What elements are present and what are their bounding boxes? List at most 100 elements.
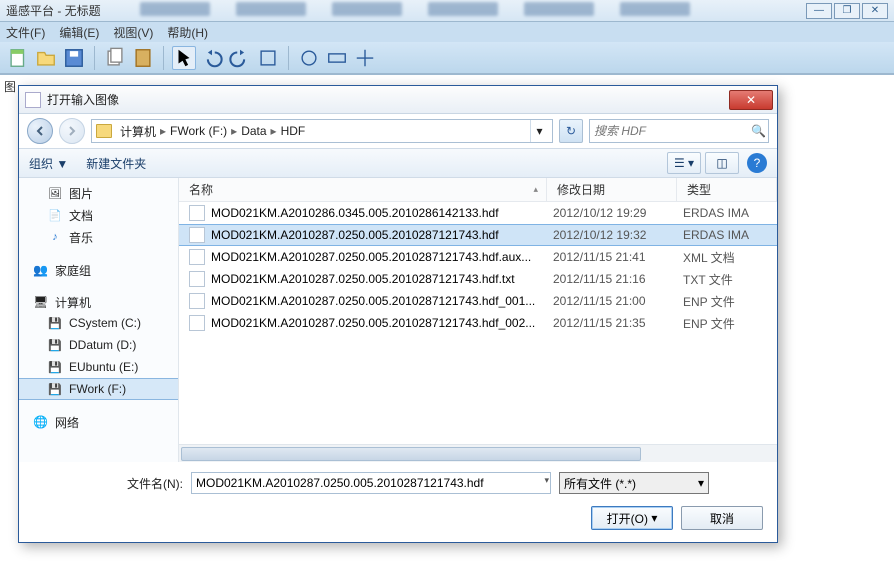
tb-tool1-icon[interactable] (256, 46, 280, 70)
computer-icon: 🖥 (33, 295, 49, 309)
tb-copy-icon[interactable] (103, 46, 127, 70)
file-icon (189, 293, 205, 309)
drive-icon: 💾 (47, 360, 63, 374)
dialog-bottom: 文件名(N): ▾ 所有文件 (*.*)▾ 打开(O) ▾ 取消 (19, 462, 777, 542)
file-icon (189, 205, 205, 221)
tb-tool4-icon[interactable] (353, 46, 377, 70)
sidebar-drive[interactable]: 💾DDatum (D:) (19, 334, 178, 356)
dialog-titlebar: 打开输入图像 ✕ (19, 86, 777, 114)
sidebar-network[interactable]: 🌐网络 (19, 412, 178, 432)
menu-help[interactable]: 帮助(H) (167, 24, 208, 41)
sidebar-drive[interactable]: 💾CSystem (C:) (19, 312, 178, 334)
new-folder-button[interactable]: 新建文件夹 (86, 155, 146, 172)
minimize-button[interactable]: — (806, 3, 832, 19)
close-button[interactable]: ✕ (862, 3, 888, 19)
nav-back-button[interactable] (27, 118, 53, 144)
file-row[interactable]: MOD021KM.A2010287.0250.005.2010287121743… (179, 268, 777, 290)
folder-icon (96, 124, 112, 138)
menu-edit[interactable]: 编辑(E) (59, 24, 99, 41)
address-bar[interactable]: 计算机 ▸ FWork (F:) ▸ Data ▸ HDF ▾ (91, 119, 553, 143)
file-open-dialog: 打开输入图像 ✕ 计算机 ▸ FWork (F:) ▸ Data ▸ HDF ▾… (18, 85, 778, 543)
tb-tool2-icon[interactable] (297, 46, 321, 70)
file-area: 名称▴ 修改日期 类型 MOD021KM.A2010286.0345.005.2… (179, 178, 777, 462)
open-button[interactable]: 打开(O) ▾ (591, 506, 673, 530)
dialog-title: 打开输入图像 (47, 91, 119, 108)
filetype-select[interactable]: 所有文件 (*.*)▾ (559, 472, 709, 494)
file-header: 名称▴ 修改日期 类型 (179, 178, 777, 202)
main-title: 遥感平台 - 无标题 (6, 2, 101, 19)
tb-open-icon[interactable] (34, 46, 58, 70)
sidebar-homegroup[interactable]: 👥家庭组 (19, 260, 178, 280)
file-icon (189, 315, 205, 331)
tb-paste-icon[interactable] (131, 46, 155, 70)
file-row[interactable]: MOD021KM.A2010287.0250.005.2010287121743… (179, 290, 777, 312)
file-row[interactable]: MOD021KM.A2010287.0250.005.2010287121743… (179, 224, 777, 246)
drive-icon: 💾 (47, 338, 63, 352)
search-icon: 🔍 (751, 124, 766, 138)
tb-redo-icon[interactable] (228, 46, 252, 70)
preview-pane-button[interactable]: ◫ (705, 152, 739, 174)
crumb-drive[interactable]: FWork (F:) (166, 124, 231, 138)
filename-dropdown[interactable]: ▾ (544, 475, 549, 486)
tb-pointer-icon[interactable] (172, 46, 196, 70)
view-mode-button[interactable]: ☰ ▾ (667, 152, 701, 174)
sidebar-item-music[interactable]: ♪音乐 (19, 226, 178, 248)
menu-view[interactable]: 视图(V) (113, 24, 153, 41)
search-box[interactable]: 🔍 (589, 119, 769, 143)
homegroup-icon: 👥 (33, 263, 49, 277)
sidebar-drive[interactable]: 💾EUbuntu (E:) (19, 356, 178, 378)
nav-forward-button[interactable] (59, 118, 85, 144)
filename-input[interactable] (191, 472, 551, 494)
tb-tool3-icon[interactable] (325, 46, 349, 70)
separator (288, 46, 289, 70)
scrollbar-thumb[interactable] (181, 447, 641, 461)
drive-icon: 💾 (47, 316, 63, 330)
file-icon (189, 249, 205, 265)
file-row[interactable]: MOD021KM.A2010287.0250.005.2010287121743… (179, 312, 777, 334)
crumb-computer[interactable]: 计算机 (116, 123, 160, 140)
music-icon: ♪ (47, 230, 63, 244)
search-input[interactable] (594, 124, 751, 138)
horizontal-scrollbar[interactable] (179, 444, 777, 462)
sidebar-item-pictures[interactable]: 🖼图片 (19, 182, 178, 204)
main-titlebar: 遥感平台 - 无标题 — ❐ ✕ (0, 0, 894, 22)
tb-save-icon[interactable] (62, 46, 86, 70)
network-icon: 🌐 (33, 415, 49, 429)
crumb-folder-data[interactable]: Data (237, 124, 270, 138)
col-modified[interactable]: 修改日期 (547, 178, 677, 201)
drive-icon: 💾 (47, 382, 63, 396)
separator (94, 46, 95, 70)
nav-row: 计算机 ▸ FWork (F:) ▸ Data ▸ HDF ▾ ↻ 🔍 (19, 114, 777, 148)
help-button[interactable]: ? (747, 153, 767, 173)
file-list[interactable]: MOD021KM.A2010286.0345.005.2010286142133… (179, 202, 777, 444)
separator (163, 46, 164, 70)
menu-file[interactable]: 文件(F) (6, 24, 45, 41)
file-row[interactable]: MOD021KM.A2010286.0345.005.2010286142133… (179, 202, 777, 224)
col-type[interactable]: 类型 (677, 178, 777, 201)
crumb-folder-hdf[interactable]: HDF (277, 124, 310, 138)
refresh-button[interactable]: ↻ (559, 119, 583, 143)
col-name[interactable]: 名称▴ (179, 178, 547, 201)
address-dropdown[interactable]: ▾ (530, 120, 548, 142)
sidebar: 🖼图片 📄文档 ♪音乐 👥家庭组 🖥计算机 💾CSystem (C:)💾DDat… (19, 178, 179, 462)
chevron-down-icon: ▾ (698, 476, 704, 490)
file-icon (189, 227, 205, 243)
background-tabs-blur (140, 2, 790, 20)
cancel-button[interactable]: 取消 (681, 506, 763, 530)
filename-label: 文件名(N): (33, 475, 183, 492)
sidebar-computer[interactable]: 🖥计算机 (19, 292, 178, 312)
pictures-icon: 🖼 (47, 186, 63, 200)
dialog-toolbar: 组织 ▼ 新建文件夹 ☰ ▾ ◫ ? (19, 148, 777, 178)
documents-icon: 📄 (47, 208, 63, 222)
file-row[interactable]: MOD021KM.A2010287.0250.005.2010287121743… (179, 246, 777, 268)
menubar: 文件(F) 编辑(E) 视图(V) 帮助(H) (0, 22, 894, 42)
tb-undo-icon[interactable] (200, 46, 224, 70)
file-icon (189, 271, 205, 287)
organize-menu[interactable]: 组织 ▼ (29, 155, 68, 172)
sidebar-item-documents[interactable]: 📄文档 (19, 204, 178, 226)
document-icon (25, 92, 41, 108)
tb-new-icon[interactable] (6, 46, 30, 70)
maximize-button[interactable]: ❐ (834, 3, 860, 19)
dialog-close-button[interactable]: ✕ (729, 90, 773, 110)
sidebar-drive[interactable]: 💾FWork (F:) (19, 378, 178, 400)
